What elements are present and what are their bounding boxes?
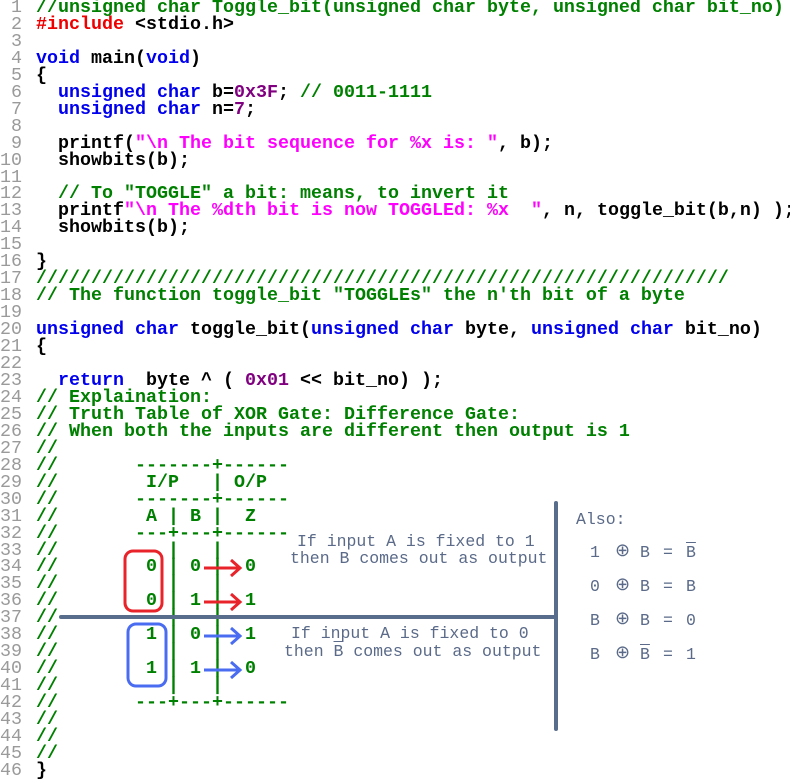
blue-arrow-icon xyxy=(204,660,243,680)
note-b-bar: B xyxy=(333,642,344,661)
blue-arrow-icon xyxy=(204,626,243,646)
note-a-zero-line1: If input A is fixed to 0 xyxy=(291,624,529,643)
red-arrow-icon xyxy=(204,592,243,612)
note-a-one-line2: then B comes out as output xyxy=(290,550,547,567)
identity-equals: = xyxy=(663,543,673,562)
identity-result: 0 xyxy=(686,611,696,630)
note-text: comes out as output xyxy=(349,549,548,568)
note-b: B xyxy=(339,549,350,568)
identity-result: B xyxy=(686,577,696,596)
identity-equals: = xyxy=(663,611,673,630)
identity-right: B xyxy=(640,645,650,664)
identity-right: B xyxy=(640,543,650,562)
identity-left: B xyxy=(590,645,600,664)
identity-right: B xyxy=(640,577,650,596)
identity-left: B xyxy=(590,611,600,630)
a-one-highlight-box xyxy=(126,622,168,688)
note-a-one-line1: If input A is fixed to 1 xyxy=(297,532,535,551)
note-text: then xyxy=(284,642,334,661)
xor-icon: ⊕ xyxy=(615,576,631,596)
note-text: then xyxy=(290,549,340,568)
note-text: comes out as output xyxy=(343,642,542,661)
xor-icon: ⊕ xyxy=(615,610,631,630)
identity-right: B xyxy=(640,611,650,630)
also-title: Also: xyxy=(576,510,626,529)
identity-left: 1 xyxy=(590,543,600,562)
xor-icon: ⊕ xyxy=(615,542,631,562)
identity-equals: = xyxy=(663,645,673,664)
identity-result: 1 xyxy=(686,645,696,664)
note-a-zero-line2: then B comes out as output xyxy=(284,643,541,660)
red-arrow-icon xyxy=(204,558,243,578)
xor-icon: ⊕ xyxy=(615,644,631,664)
identity-left: 0 xyxy=(590,577,600,596)
identity-result: B xyxy=(686,543,696,562)
a-zero-highlight-box xyxy=(123,549,164,613)
identity-equals: = xyxy=(663,577,673,596)
